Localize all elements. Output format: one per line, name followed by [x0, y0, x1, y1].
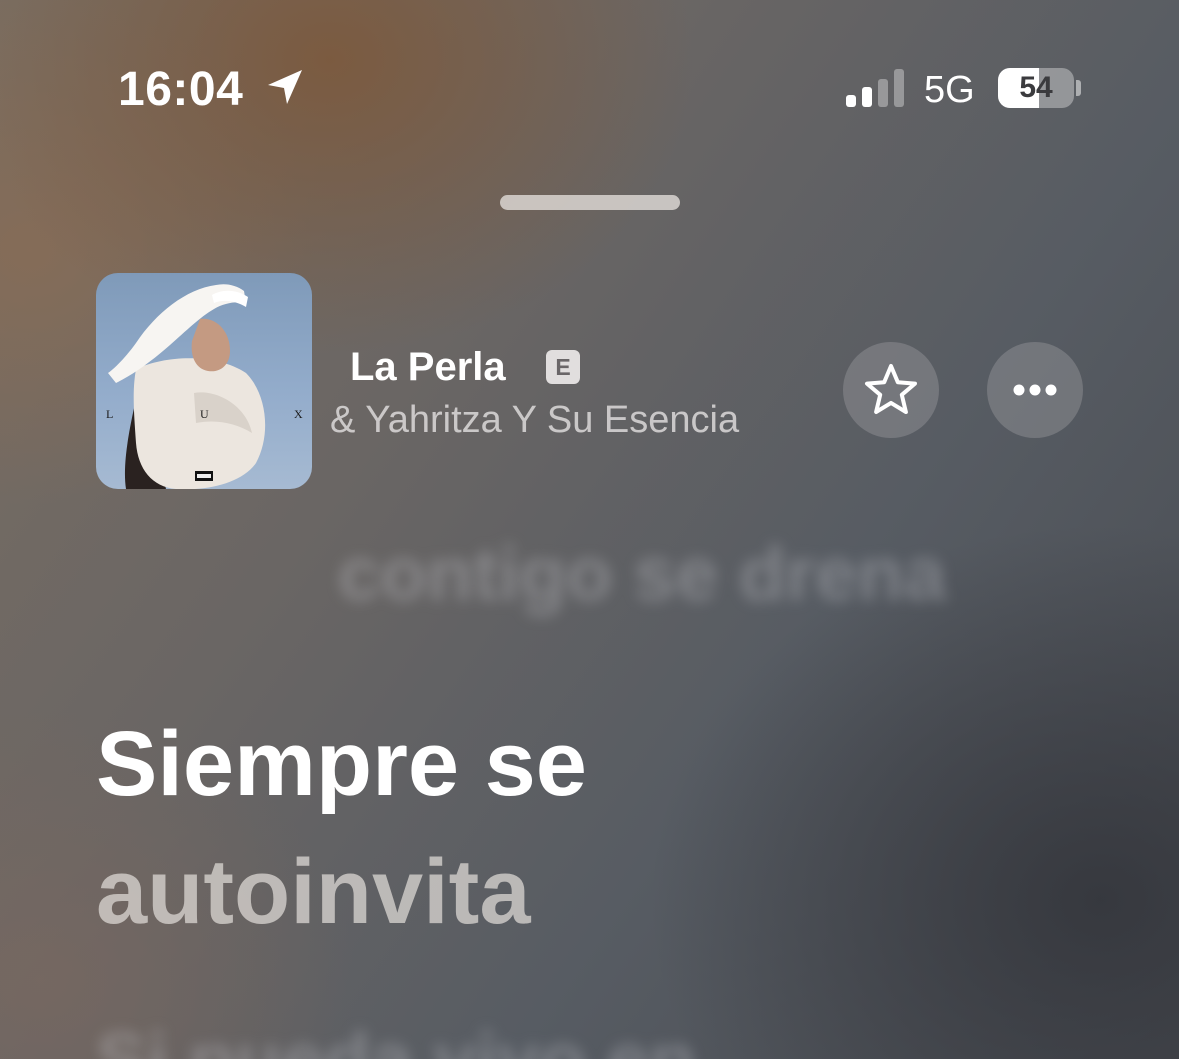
album-artwork[interactable]: L U X [96, 273, 312, 489]
battery-icon: 54 [998, 68, 1074, 108]
favorite-button[interactable] [843, 342, 939, 438]
sheet-grabber[interactable] [500, 195, 680, 210]
status-time: 16:04 [118, 63, 244, 116]
battery-tip [1076, 80, 1081, 96]
lyric-current-sung: Siempre se [96, 713, 587, 815]
location-arrow-icon [268, 70, 302, 104]
artwork-letter-x: X [294, 407, 303, 421]
cellular-signal-icon [846, 69, 906, 107]
lyric-current-upcoming: autoinvita [96, 841, 531, 943]
song-artist[interactable]: & Yahritza Y Su Esencia [330, 396, 739, 444]
signal-bar-3 [878, 79, 888, 107]
artwork-letter-u: U [200, 407, 209, 421]
song-title[interactable]: La Perla [350, 342, 506, 392]
lyric-line-next[interactable]: Si pueda vivo en [96, 1018, 696, 1059]
battery-percent: 54 [1019, 71, 1053, 104]
more-options-button[interactable] [987, 342, 1083, 438]
signal-bar-2 [862, 87, 872, 107]
star-icon [865, 364, 917, 414]
signal-bar-4 [894, 69, 904, 107]
ellipsis-icon [1013, 384, 1057, 396]
explicit-badge: E [546, 350, 580, 384]
network-type: 5G [924, 69, 975, 111]
signal-bar-1 [846, 95, 856, 107]
artwork-figure [108, 284, 266, 489]
lyric-line-previous[interactable]: contigo se drena [338, 532, 946, 618]
lyric-line-current[interactable]: Siempre se autoinvita [96, 710, 587, 946]
artwork-letter-l: L [106, 407, 114, 421]
